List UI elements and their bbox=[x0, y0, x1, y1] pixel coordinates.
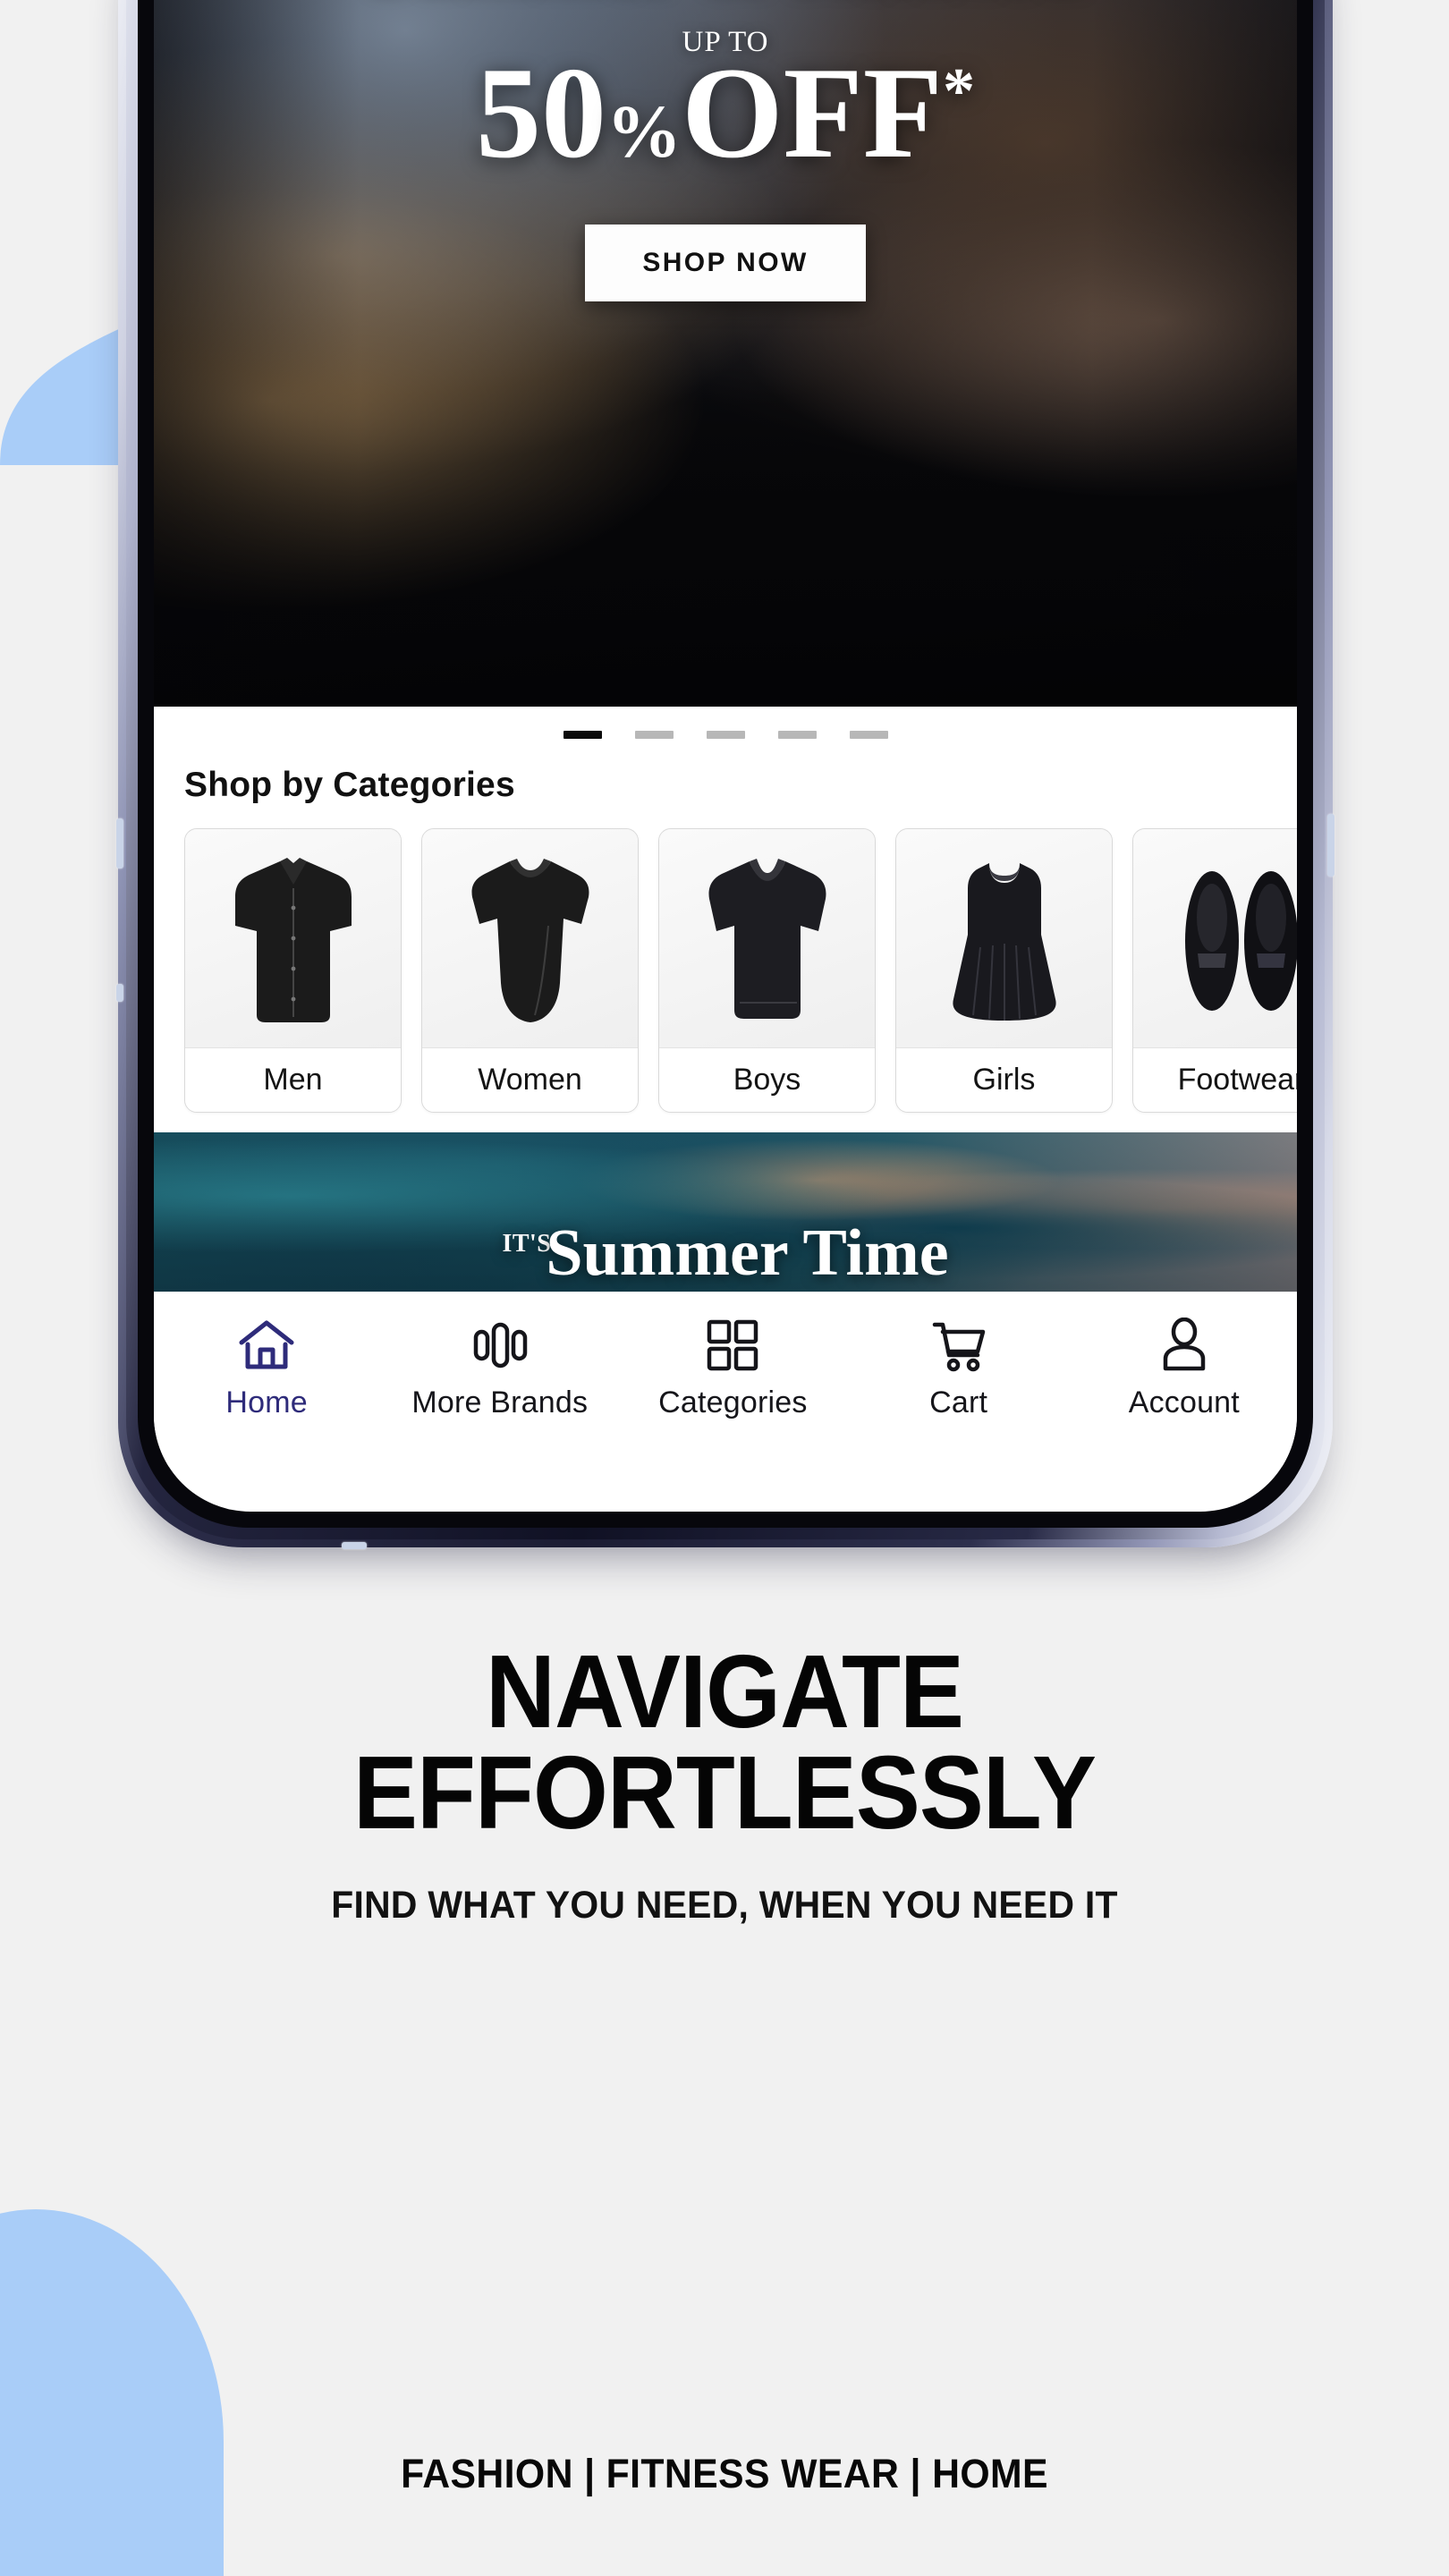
headline-line-1: NAVIGATE bbox=[486, 1633, 964, 1750]
decorative-blob-left bbox=[0, 2209, 224, 2576]
carousel-dot-5[interactable] bbox=[849, 731, 888, 739]
hero-offer-text: 50%OFF* bbox=[154, 46, 1297, 180]
category-card-girls[interactable]: Girls bbox=[895, 828, 1113, 1113]
carousel-pagination[interactable] bbox=[154, 707, 1297, 755]
bottom-navigation-bar[interactable]: Home More Brands Categories Cart Account bbox=[154, 1292, 1297, 1467]
category-card-footwear[interactable]: Footwear bbox=[1132, 828, 1297, 1113]
nav-item-more-brands[interactable]: More Brands bbox=[411, 1318, 588, 1420]
summer-time-banner[interactable]: IT'SSummer Time bbox=[154, 1132, 1297, 1292]
category-card-men[interactable]: Men bbox=[184, 828, 402, 1113]
carousel-dot-3[interactable] bbox=[706, 731, 745, 739]
nav-item-label: Categories bbox=[658, 1385, 808, 1419]
nav-item-home[interactable]: Home bbox=[186, 1318, 347, 1420]
category-card-boys[interactable]: Boys bbox=[658, 828, 876, 1113]
bottom-antenna-line bbox=[342, 1542, 367, 1549]
carousel-dot-4[interactable] bbox=[777, 731, 817, 739]
volume-down-button[interactable] bbox=[116, 984, 123, 1002]
summer-banner-eyebrow: IT'S bbox=[502, 1230, 552, 1258]
carousel-dot-2[interactable] bbox=[634, 731, 674, 739]
category-label: Women bbox=[422, 1047, 638, 1112]
boys-tshirt-icon bbox=[659, 829, 875, 1047]
footer-tagline: FASHION | FITNESS WEAR | HOME bbox=[401, 2451, 1048, 2496]
marketing-copy: NAVIGATE EFFORTLESSLY FIND WHAT YOU NEED… bbox=[0, 1633, 1449, 1928]
shopping-cart-icon bbox=[929, 1318, 988, 1373]
category-label: Footwear bbox=[1133, 1047, 1297, 1112]
user-icon bbox=[1157, 1318, 1211, 1373]
hero-offer-off: OFF bbox=[682, 39, 943, 185]
nav-item-categories[interactable]: Categories bbox=[652, 1318, 813, 1420]
hero-title: Summer & Relaxed bbox=[154, 0, 1297, 4]
summer-time-banner-text: IT'SSummer Time bbox=[502, 1220, 948, 1292]
shoe-icon bbox=[1133, 829, 1297, 1047]
hero-carousel-slide[interactable]: Summer & Relaxed UP TO 50%OFF* SHOP NOW bbox=[154, 0, 1297, 707]
nav-item-cart[interactable]: Cart bbox=[878, 1318, 1039, 1420]
category-card-women[interactable]: Women bbox=[421, 828, 639, 1113]
nav-item-label: Account bbox=[1128, 1385, 1240, 1419]
girls-dress-icon bbox=[896, 829, 1112, 1047]
carousel-dot-1[interactable] bbox=[563, 731, 602, 739]
hero-offer-percent: % bbox=[606, 89, 682, 174]
category-carousel[interactable]: Men Women Boys Girls Footwear bbox=[154, 828, 1297, 1113]
power-button[interactable] bbox=[1327, 814, 1335, 877]
category-label: Boys bbox=[659, 1047, 875, 1112]
mens-shirt-icon bbox=[185, 829, 401, 1047]
hero-offer-number: 50 bbox=[476, 39, 607, 185]
nav-item-label: Home bbox=[225, 1385, 308, 1419]
grid-icon bbox=[705, 1318, 760, 1373]
home-icon bbox=[237, 1318, 296, 1373]
phone-frame: Summer & Relaxed UP TO 50%OFF* SHOP NOW bbox=[116, 0, 1335, 1549]
category-label: Girls bbox=[896, 1047, 1112, 1112]
headline-line-2: EFFORTLESSLY bbox=[352, 1733, 1097, 1851]
shop-by-categories-title: Shop by Categories bbox=[184, 766, 515, 804]
phone-screen: Summer & Relaxed UP TO 50%OFF* SHOP NOW bbox=[154, 0, 1297, 1512]
phone-mockup: Summer & Relaxed UP TO 50%OFF* SHOP NOW bbox=[116, 0, 1335, 1549]
shop-by-categories-section: Shop by Categories Men Women Boys Girls … bbox=[154, 755, 1297, 1132]
volume-up-button[interactable] bbox=[116, 818, 123, 869]
page-headline: NAVIGATE EFFORTLESSLY bbox=[51, 1633, 1399, 1851]
nav-item-account[interactable]: Account bbox=[1104, 1318, 1265, 1420]
category-label: Men bbox=[185, 1047, 401, 1112]
promo-page: Summer & Relaxed UP TO 50%OFF* SHOP NOW bbox=[0, 0, 1449, 2576]
shop-now-button[interactable]: SHOP NOW bbox=[585, 224, 866, 301]
brands-icon bbox=[470, 1318, 530, 1373]
nav-item-label: More Brands bbox=[411, 1385, 589, 1419]
summer-banner-title: Summer Time bbox=[546, 1216, 949, 1290]
hero-offer-asterisk: * bbox=[942, 55, 975, 127]
page-subheadline: FIND WHAT YOU NEED, WHEN YOU NEED IT bbox=[331, 1884, 1118, 1928]
nav-item-label: Cart bbox=[929, 1385, 988, 1419]
womens-top-icon bbox=[422, 829, 638, 1047]
